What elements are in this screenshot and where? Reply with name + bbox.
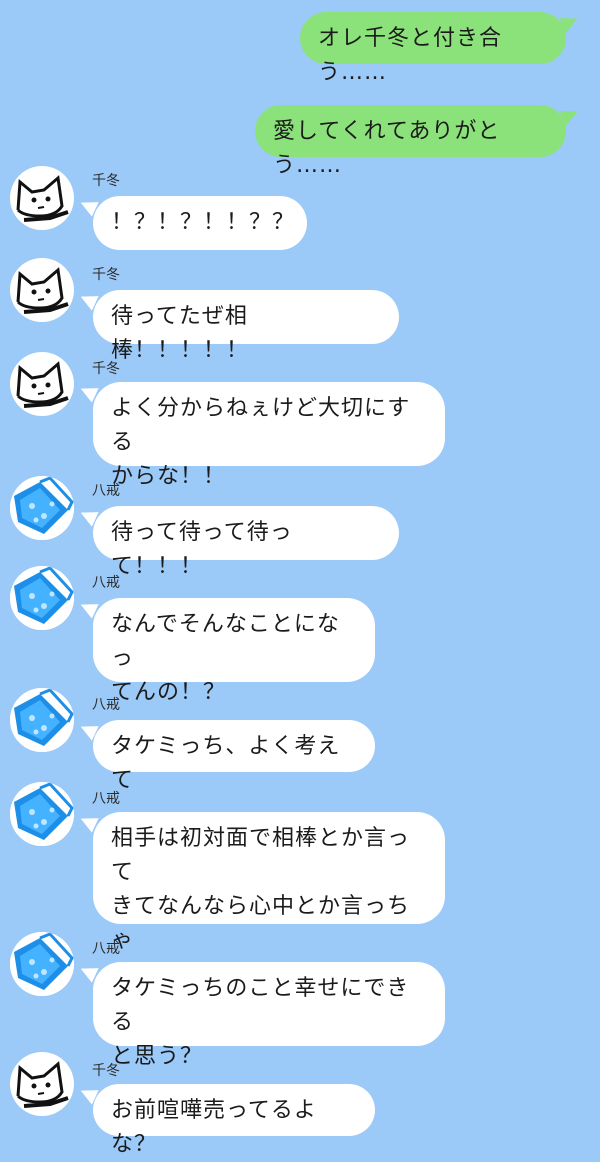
received-message-bubble[interactable]: お前喧嘩売ってるよな？: [93, 1084, 375, 1157]
received-message-bubble[interactable]: よく分からねぇけど大切にする からな！！: [93, 382, 445, 489]
received-message-bubble[interactable]: ！？！？！！？？: [93, 196, 307, 250]
sender-name: 千冬: [92, 1063, 120, 1079]
received-message-bubble[interactable]: 待って待って待って！！！: [93, 506, 399, 579]
received-message-bubble[interactable]: 相手は初対面で相棒とか言って きてなんなら心中とか言っちゃ う激重感情メンヘラ男…: [93, 812, 445, 987]
sender-name: 千冬: [92, 361, 120, 377]
sent-message-bubble[interactable]: オレ千冬と付き合う……: [300, 12, 566, 85]
blue-pattern-avatar-icon[interactable]: [10, 566, 74, 630]
received-message-bubble[interactable]: タケミっち、よく考えて: [93, 720, 375, 793]
blue-pattern-avatar-icon[interactable]: [10, 932, 74, 996]
sender-name: 千冬: [92, 267, 120, 283]
sender-name: 八戒: [92, 791, 120, 807]
sender-name: 八戒: [92, 483, 120, 499]
cat-avatar-icon[interactable]: [10, 352, 74, 416]
sender-name: 八戒: [92, 941, 120, 957]
sender-name: 千冬: [92, 173, 120, 189]
received-message-bubble[interactable]: なんでそんなことになっ てんの！？: [93, 598, 375, 705]
blue-pattern-avatar-icon[interactable]: [10, 476, 74, 540]
sender-name: 八戒: [92, 575, 120, 591]
received-message-bubble[interactable]: タケミっちのこと幸せにできる と思う？: [93, 962, 445, 1069]
blue-pattern-avatar-icon[interactable]: [10, 688, 74, 752]
sent-message-bubble[interactable]: 愛してくれてありがとう……: [255, 105, 566, 178]
cat-avatar-icon[interactable]: [10, 1052, 74, 1116]
cat-avatar-icon[interactable]: [10, 166, 74, 230]
cat-avatar-icon[interactable]: [10, 258, 74, 322]
chat-area: オレ千冬と付き合う…… 愛してくれてありがとう…… 千冬 ！？！？！！？？ 千冬…: [0, 0, 600, 1157]
received-message-bubble[interactable]: 待ってたぜ相棒！！！！！: [93, 290, 399, 363]
blue-pattern-avatar-icon[interactable]: [10, 782, 74, 846]
sender-name: 八戒: [92, 697, 120, 713]
